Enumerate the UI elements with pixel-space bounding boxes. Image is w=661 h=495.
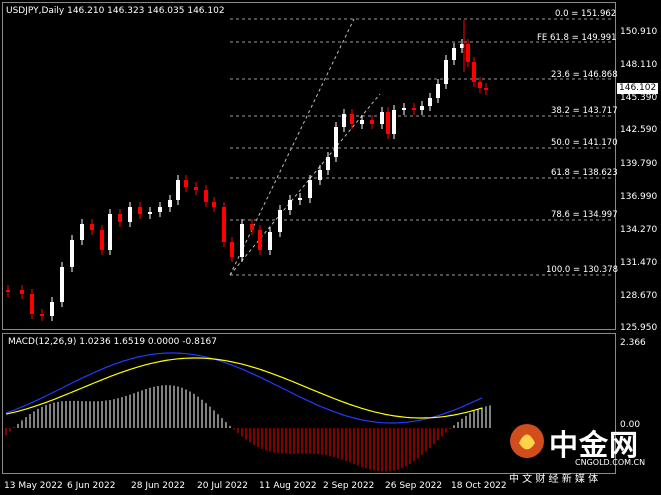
candle-body bbox=[452, 48, 456, 60]
candle-body bbox=[108, 214, 112, 250]
signal-line bbox=[5, 357, 483, 419]
candle-body bbox=[176, 180, 180, 200]
candle-body bbox=[278, 210, 282, 232]
date-label: 13 May 2022 bbox=[4, 481, 63, 491]
candle-body bbox=[138, 207, 142, 214]
candle-body bbox=[428, 98, 432, 106]
candle-body bbox=[460, 44, 464, 48]
candle-body bbox=[326, 157, 330, 170]
candle-body bbox=[466, 44, 470, 62]
candle-body bbox=[184, 180, 188, 187]
candle-body bbox=[472, 62, 476, 82]
candle-body bbox=[60, 267, 64, 302]
price-axis-label: 134.270 bbox=[620, 225, 658, 235]
fib-level-label: 23.6 = 146.868 bbox=[551, 70, 618, 80]
candle-body bbox=[258, 230, 262, 250]
candle-body bbox=[268, 232, 272, 250]
candle-body bbox=[380, 112, 384, 124]
candle-body bbox=[204, 190, 208, 202]
candle-body bbox=[194, 187, 198, 190]
candle-body bbox=[168, 200, 172, 207]
fib-level-label: 78.6 = 134.997 bbox=[551, 210, 618, 220]
logo-tagline: 中 文 财 经 新 媒 体 bbox=[509, 474, 599, 485]
candle-body bbox=[40, 314, 44, 316]
candle-body bbox=[240, 224, 244, 257]
candle-body bbox=[334, 127, 338, 157]
candle-body bbox=[478, 82, 482, 88]
candle-body bbox=[386, 112, 390, 134]
fib-level-label: FE 61.8 = 149.991 bbox=[537, 33, 617, 43]
price-axis-label: 148.110 bbox=[620, 60, 658, 70]
candle-body bbox=[90, 224, 94, 230]
candle-body bbox=[350, 114, 354, 124]
price-axis-label: 145.390 bbox=[620, 93, 658, 103]
candle-body bbox=[212, 202, 216, 207]
candle-body bbox=[308, 180, 312, 198]
fib-projection-line bbox=[229, 93, 381, 276]
candle-body bbox=[436, 84, 440, 98]
price-axis-label: 128.670 bbox=[620, 291, 658, 301]
candle-body bbox=[158, 207, 162, 212]
price-axis-label: 125.950 bbox=[620, 323, 658, 333]
candle-body bbox=[230, 242, 234, 257]
fib-level-label: 0.0 = 151.962 bbox=[555, 9, 617, 19]
date-label: 20 Jul 2022 bbox=[197, 481, 248, 491]
candle-body bbox=[100, 230, 104, 250]
candle-body bbox=[412, 108, 416, 110]
fib-level-label: 50.0 = 141.170 bbox=[551, 138, 618, 148]
candle-body bbox=[318, 170, 322, 180]
price-axis-label: 139.790 bbox=[620, 159, 658, 169]
candle-body bbox=[402, 108, 406, 110]
candle-body bbox=[360, 120, 364, 124]
date-label: 26 Sep 2022 bbox=[385, 481, 443, 491]
price-axis-label: 142.590 bbox=[620, 125, 658, 135]
candle-body bbox=[342, 114, 346, 127]
date-label: 28 Jun 2022 bbox=[131, 481, 186, 491]
current-price-tag: 146.102 bbox=[617, 83, 659, 94]
candle-body bbox=[128, 207, 132, 222]
date-label: 11 Aug 2022 bbox=[259, 481, 317, 491]
fib-level-label: 38.2 = 143.717 bbox=[551, 106, 618, 116]
logo-domain-text: CNGOLD.COM.CN bbox=[575, 458, 646, 467]
price-axis-label: 136.990 bbox=[620, 192, 658, 202]
candle-body bbox=[222, 207, 226, 242]
macd-axis-label: 2.366 bbox=[620, 338, 646, 348]
candle-body bbox=[444, 60, 448, 84]
candlestick-chart[interactable] bbox=[2, 2, 616, 330]
candle-body bbox=[148, 212, 152, 214]
candle-body bbox=[70, 240, 74, 267]
candle-body bbox=[484, 88, 488, 90]
price-axis-label: 131.470 bbox=[620, 258, 658, 268]
candle-body bbox=[20, 290, 24, 294]
date-label: 2 Sep 2022 bbox=[323, 481, 375, 491]
candle-body bbox=[250, 224, 254, 230]
candle-body bbox=[30, 294, 34, 314]
price-axis-label: 150.910 bbox=[620, 27, 658, 37]
candle-body bbox=[80, 224, 84, 240]
candle-body bbox=[288, 200, 292, 210]
date-label: 6 Jun 2022 bbox=[67, 481, 116, 491]
candle-body bbox=[392, 110, 396, 134]
fib-level-label: 100.0 = 130.378 bbox=[546, 265, 619, 275]
candle-body bbox=[50, 302, 54, 316]
candle-body bbox=[6, 290, 10, 292]
candle-body bbox=[298, 198, 302, 200]
fib-level-label: 61.8 = 138.623 bbox=[551, 168, 618, 178]
cngold-logo: 中金网 CNGOLD.COM.CN 中 文 财 经 新 媒 体 bbox=[505, 416, 653, 486]
candle-body bbox=[370, 120, 374, 124]
candle-body bbox=[118, 214, 122, 222]
macd-line bbox=[5, 352, 483, 424]
candle-body bbox=[420, 106, 424, 110]
date-label: 18 Oct 2022 bbox=[451, 481, 507, 491]
